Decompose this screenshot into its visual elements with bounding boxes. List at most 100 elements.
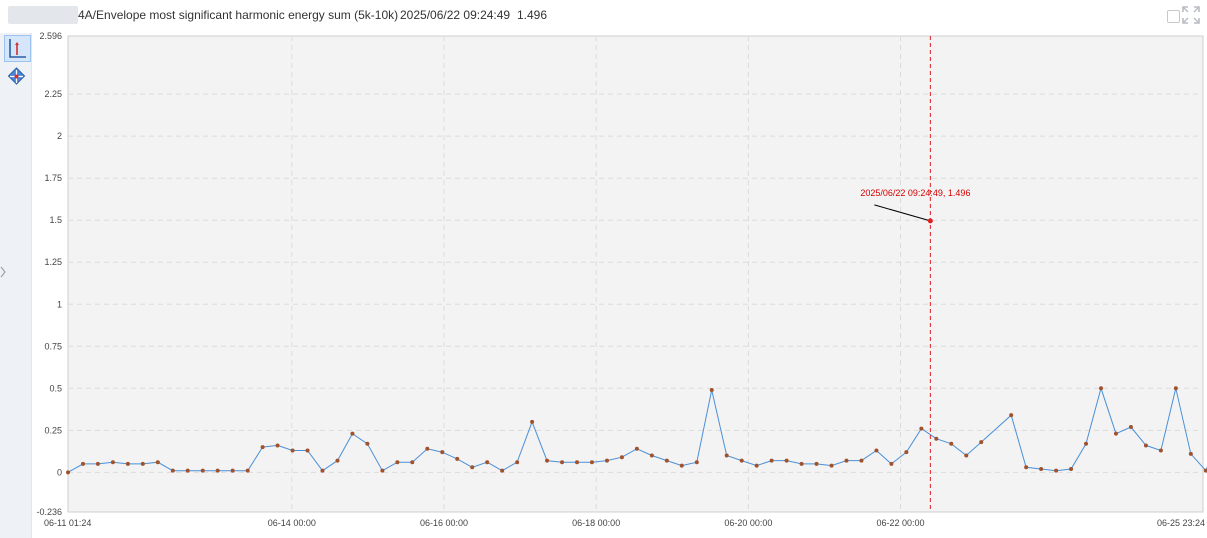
data-point (1009, 413, 1014, 418)
data-point (664, 458, 669, 463)
data-point (679, 463, 684, 468)
y-tick-label: 2 (57, 131, 62, 141)
x-tick-label: 06-11 01:24 (44, 518, 91, 528)
data-point (530, 419, 535, 424)
data-point (320, 468, 325, 473)
data-point (290, 448, 295, 453)
data-point (440, 450, 445, 455)
data-point (979, 440, 984, 445)
x-tick-label: 06-14 00:00 (268, 518, 316, 528)
data-point (155, 460, 160, 465)
data-point (739, 458, 744, 463)
data-point (1143, 443, 1148, 448)
data-point (859, 458, 864, 463)
data-point (964, 453, 969, 458)
data-point (425, 446, 430, 451)
data-point (485, 460, 490, 465)
data-point (1128, 424, 1133, 429)
data-point (380, 468, 385, 473)
data-point (1084, 441, 1089, 446)
data-point (889, 461, 894, 466)
data-point (814, 461, 819, 466)
data-point (604, 458, 609, 463)
plot-area (67, 35, 1204, 513)
data-point (1039, 466, 1044, 471)
data-point (260, 445, 265, 450)
data-point (470, 465, 475, 470)
y-tick-label: 1 (57, 299, 62, 309)
data-point (455, 456, 460, 461)
data-point (575, 460, 580, 465)
y-tick-label: 0 (57, 467, 62, 477)
x-tick-label: 06-18 00:00 (572, 518, 620, 528)
data-point (185, 468, 190, 473)
data-point (245, 468, 250, 473)
data-point (110, 460, 115, 465)
x-tick-label: 06-20 00:00 (724, 518, 772, 528)
data-point (410, 460, 415, 465)
data-point (305, 448, 310, 453)
data-point (709, 387, 714, 392)
y-axis-ticks: 2.596 2.25 2 1.75 1.5 1.25 1 0.75 0.5 0.25 0 -0.236 (36, 31, 62, 517)
y-tick-label: 2.25 (44, 89, 62, 99)
data-point (649, 453, 654, 458)
data-point (140, 461, 145, 466)
data-point (1158, 448, 1163, 453)
cursor-annotation: 2025/06/22 09:24:49, 1.496 (860, 188, 970, 198)
data-point (1173, 386, 1178, 391)
data-point (919, 426, 924, 431)
y-tick-label: -0.236 (36, 507, 62, 517)
data-point (560, 460, 565, 465)
y-tick-label: 0.25 (44, 425, 62, 435)
data-point (125, 461, 130, 466)
data-point (1024, 465, 1029, 470)
data-point (694, 460, 699, 465)
data-point (1188, 451, 1193, 456)
data-point (170, 468, 175, 473)
data-point (1113, 431, 1118, 436)
data-point (1069, 466, 1074, 471)
line-chart: 2.596 2.25 2 1.75 1.5 1.25 1 0.75 0.5 0.25 0 -0.236… (36, 31, 1207, 528)
data-point (724, 453, 729, 458)
data-point (754, 463, 759, 468)
data-point (589, 460, 594, 465)
data-point (335, 458, 340, 463)
x-axis-ticks: 06-11 01:24 06-14 00:00 06-16 00:00 06-18 0… (44, 518, 1205, 528)
data-point (769, 458, 774, 463)
data-point (200, 468, 205, 473)
data-point (395, 460, 400, 465)
data-point (844, 458, 849, 463)
data-point (619, 455, 624, 460)
data-point (784, 458, 789, 463)
y-tick-label: 1.25 (44, 257, 62, 267)
x-tick-label: 06-22 00:00 (877, 518, 925, 528)
data-point (1054, 468, 1059, 473)
data-point (500, 468, 505, 473)
data-point (515, 460, 520, 465)
data-point (215, 468, 220, 473)
data-point (80, 461, 85, 466)
data-point (1099, 386, 1104, 391)
data-point (904, 450, 909, 455)
x-tick-label: 06-25 23:24 (1157, 518, 1205, 528)
data-point (545, 458, 550, 463)
data-point (275, 443, 280, 448)
x-tick-label: 06-16 00:00 (420, 518, 468, 528)
y-tick-label: 2.596 (39, 31, 62, 41)
data-point (95, 461, 100, 466)
data-point (829, 463, 834, 468)
data-point (350, 431, 355, 436)
cursor-point (927, 218, 933, 224)
data-point (634, 446, 639, 451)
data-point (799, 461, 804, 466)
y-tick-label: 0.75 (44, 341, 62, 351)
y-tick-label: 1.75 (44, 173, 62, 183)
data-point (365, 441, 370, 446)
y-tick-label: 0.5 (49, 383, 62, 393)
data-point (874, 448, 879, 453)
y-tick-label: 1.5 (49, 215, 62, 225)
data-point (934, 436, 939, 441)
data-point (949, 441, 954, 446)
data-point (230, 468, 235, 473)
data-point (66, 470, 70, 475)
